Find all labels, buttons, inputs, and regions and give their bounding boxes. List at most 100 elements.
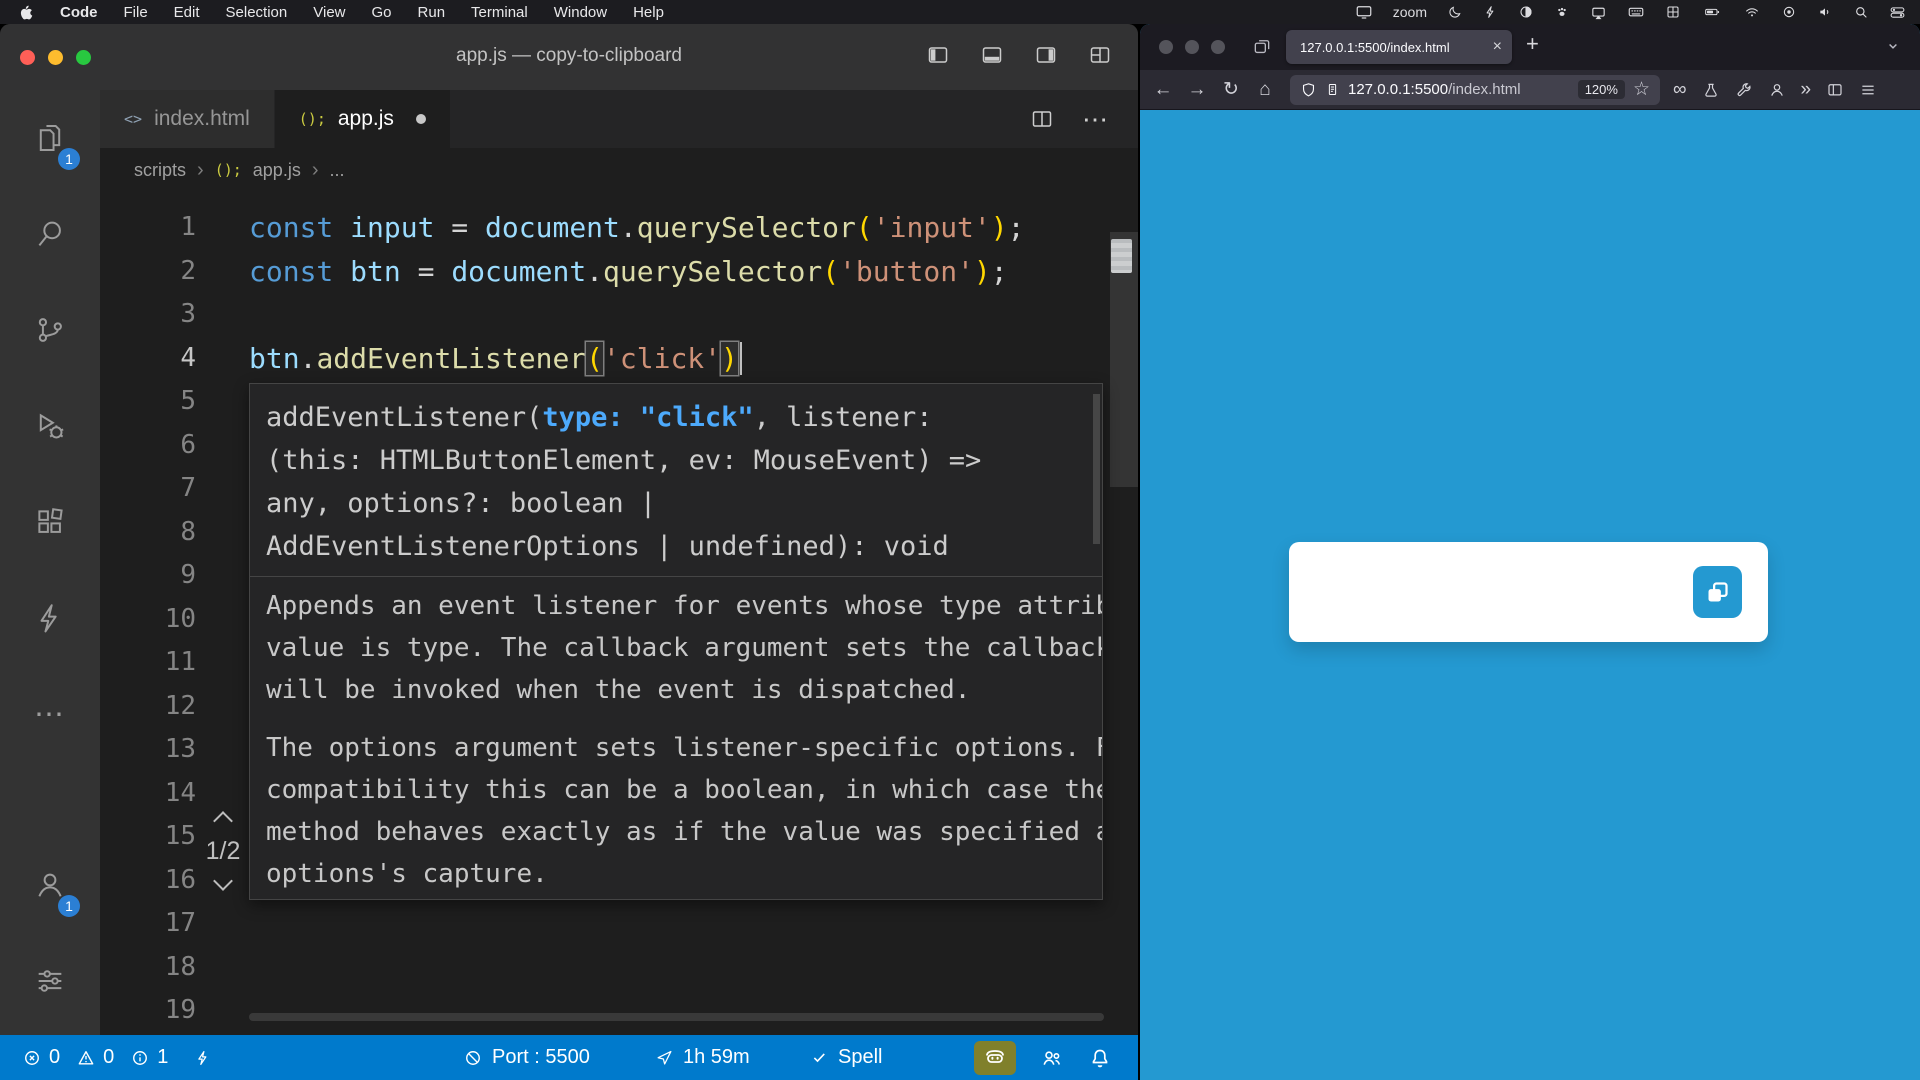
extension-infinity-icon[interactable]: ∞	[1673, 79, 1687, 101]
close-tab-icon[interactable]: ×	[1485, 38, 1502, 56]
toggle-secondary-sidebar-icon[interactable]	[1034, 43, 1058, 67]
notifications-bell-icon[interactable]	[1088, 1046, 1112, 1070]
vertical-scrollbar[interactable]	[1110, 232, 1138, 487]
bolt-icon[interactable]	[1483, 4, 1498, 20]
new-tab-button[interactable]: +	[1526, 31, 1539, 57]
menu-item-selection[interactable]: Selection	[226, 4, 288, 21]
horizontal-scrollbar[interactable]	[249, 1013, 1104, 1021]
screen-mirroring-icon[interactable]	[1355, 3, 1373, 21]
zoom-window-button[interactable]	[1211, 40, 1225, 54]
close-window-button[interactable]	[1159, 40, 1173, 54]
reload-icon[interactable]: ↻	[1214, 74, 1248, 106]
toggle-sidebar-icon[interactable]	[926, 43, 950, 67]
copy-button[interactable]	[1693, 566, 1742, 618]
spell-checker[interactable]: Spell	[810, 1035, 882, 1080]
moon-icon[interactable]	[1447, 4, 1463, 20]
customize-layout-icon[interactable]	[1088, 43, 1112, 67]
url-bar[interactable]: 127.0.0.1:5500/index.html 120% ☆	[1290, 75, 1660, 105]
copilot-icon[interactable]	[974, 1041, 1016, 1075]
forward-icon[interactable]: →	[1180, 74, 1214, 106]
home-icon[interactable]: ⌂	[1248, 74, 1282, 106]
code-line[interactable]	[249, 902, 1098, 946]
run-debug-icon[interactable]	[0, 378, 100, 474]
battery-icon[interactable]	[1701, 4, 1723, 20]
code-line[interactable]	[249, 293, 1098, 337]
info-item[interactable]: 1	[130, 1046, 168, 1069]
breadcrumb-folder[interactable]: scripts	[134, 160, 186, 181]
menu-item-run[interactable]: Run	[418, 4, 446, 21]
shield-icon[interactable]	[1300, 81, 1317, 98]
code-line[interactable]	[249, 989, 1098, 1033]
chevron-up-icon[interactable]	[213, 811, 233, 831]
code-line[interactable]	[249, 946, 1098, 990]
bookmark-star-icon[interactable]: ☆	[1633, 78, 1650, 101]
explorer-icon[interactable]: 1	[0, 90, 100, 186]
wifi-icon[interactable]	[1743, 4, 1761, 20]
account-icon[interactable]	[1768, 81, 1786, 99]
live-server-port[interactable]: Port : 5500	[463, 1035, 590, 1080]
apple-menu-icon[interactable]	[18, 3, 34, 22]
search-icon[interactable]	[0, 186, 100, 282]
more-editor-actions-icon[interactable]: ⋯	[1082, 104, 1110, 135]
breadcrumb-symbol[interactable]: ...	[330, 160, 345, 181]
sidebar-icon[interactable]	[1826, 81, 1844, 99]
thunder-client-icon[interactable]	[0, 570, 100, 666]
chevron-down-icon[interactable]	[213, 871, 233, 891]
code-editor[interactable]: 12345678910111213141516171819 const inpu…	[100, 192, 1138, 1035]
split-editor-icon[interactable]	[1030, 107, 1054, 131]
code-line[interactable]: btn.addEventListener('click')	[249, 337, 1098, 381]
screen-record-icon[interactable]	[1781, 4, 1797, 20]
menu-item-go[interactable]: Go	[372, 4, 392, 21]
menu-item-terminal[interactable]: Terminal	[471, 4, 528, 21]
list-all-tabs-icon[interactable]	[1884, 37, 1902, 55]
menu-hamburger-icon[interactable]	[1859, 81, 1877, 99]
toggle-panel-icon[interactable]	[980, 43, 1004, 67]
display-icon[interactable]	[1590, 4, 1607, 21]
zoom-level-badge[interactable]: 120%	[1578, 80, 1625, 99]
page-info-icon[interactable]	[1325, 82, 1340, 97]
accounts-icon[interactable]: 1	[0, 837, 100, 933]
volume-icon[interactable]	[1817, 4, 1833, 20]
settings-icon[interactable]	[0, 933, 100, 1029]
menu-item-edit[interactable]: Edit	[174, 4, 200, 21]
clipboard-input[interactable]	[1311, 561, 1681, 623]
keyboard-icon[interactable]	[1627, 3, 1645, 21]
accounts-status-icon[interactable]	[1040, 1046, 1064, 1070]
extensions-icon[interactable]	[0, 474, 100, 570]
popup-scrollbar[interactable]	[1093, 394, 1100, 544]
modified-dot-icon[interactable]	[416, 114, 426, 124]
bolt-status-icon[interactable]	[194, 1048, 212, 1068]
breadcrumb-file[interactable]: app.js	[253, 160, 301, 181]
extension-beaker-icon[interactable]	[1702, 81, 1720, 99]
more-actions-icon[interactable]: ⋯	[0, 666, 100, 762]
url-text[interactable]: 127.0.0.1:5500/index.html	[1348, 81, 1570, 98]
tab-index-html[interactable]: <> index.html	[100, 90, 275, 148]
search-icon[interactable]	[1853, 4, 1869, 20]
minimize-window-button[interactable]	[1185, 40, 1199, 54]
menu-item-code[interactable]: Code	[60, 4, 98, 21]
line-number: 13	[100, 728, 196, 772]
time-tracker[interactable]: 1h 59m	[655, 1035, 750, 1080]
source-control-icon[interactable]	[0, 282, 100, 378]
code-line[interactable]: const btn = document.querySelector('butt…	[249, 250, 1098, 294]
problems-area[interactable]: 0 0 1	[22, 1035, 212, 1080]
zoom-app-label[interactable]: zoom	[1393, 4, 1427, 20]
wrench-icon[interactable]	[1735, 81, 1753, 99]
menu-item-help[interactable]: Help	[633, 4, 664, 21]
menu-item-file[interactable]: File	[124, 4, 148, 21]
warnings-item[interactable]: 0	[76, 1046, 114, 1069]
browser-tab[interactable]: 127.0.0.1:5500/index.html ×	[1286, 30, 1512, 64]
window-grid-icon[interactable]	[1665, 4, 1681, 20]
tab-app-js[interactable]: (); app.js	[275, 90, 451, 148]
overflow-menu-icon[interactable]: »	[1801, 79, 1812, 101]
contrast-icon[interactable]	[1518, 4, 1534, 20]
menu-item-view[interactable]: View	[313, 4, 345, 21]
code-line[interactable]: const input = document.querySelector('in…	[249, 206, 1098, 250]
firefox-view-icon[interactable]	[1252, 37, 1272, 57]
menu-item-window[interactable]: Window	[554, 4, 607, 21]
errors-item[interactable]: 0	[22, 1046, 60, 1069]
paw-icon[interactable]	[1554, 4, 1570, 20]
back-icon[interactable]: ←	[1146, 74, 1180, 106]
control-center-icon[interactable]	[1889, 4, 1906, 21]
line-number: 7	[100, 467, 196, 511]
